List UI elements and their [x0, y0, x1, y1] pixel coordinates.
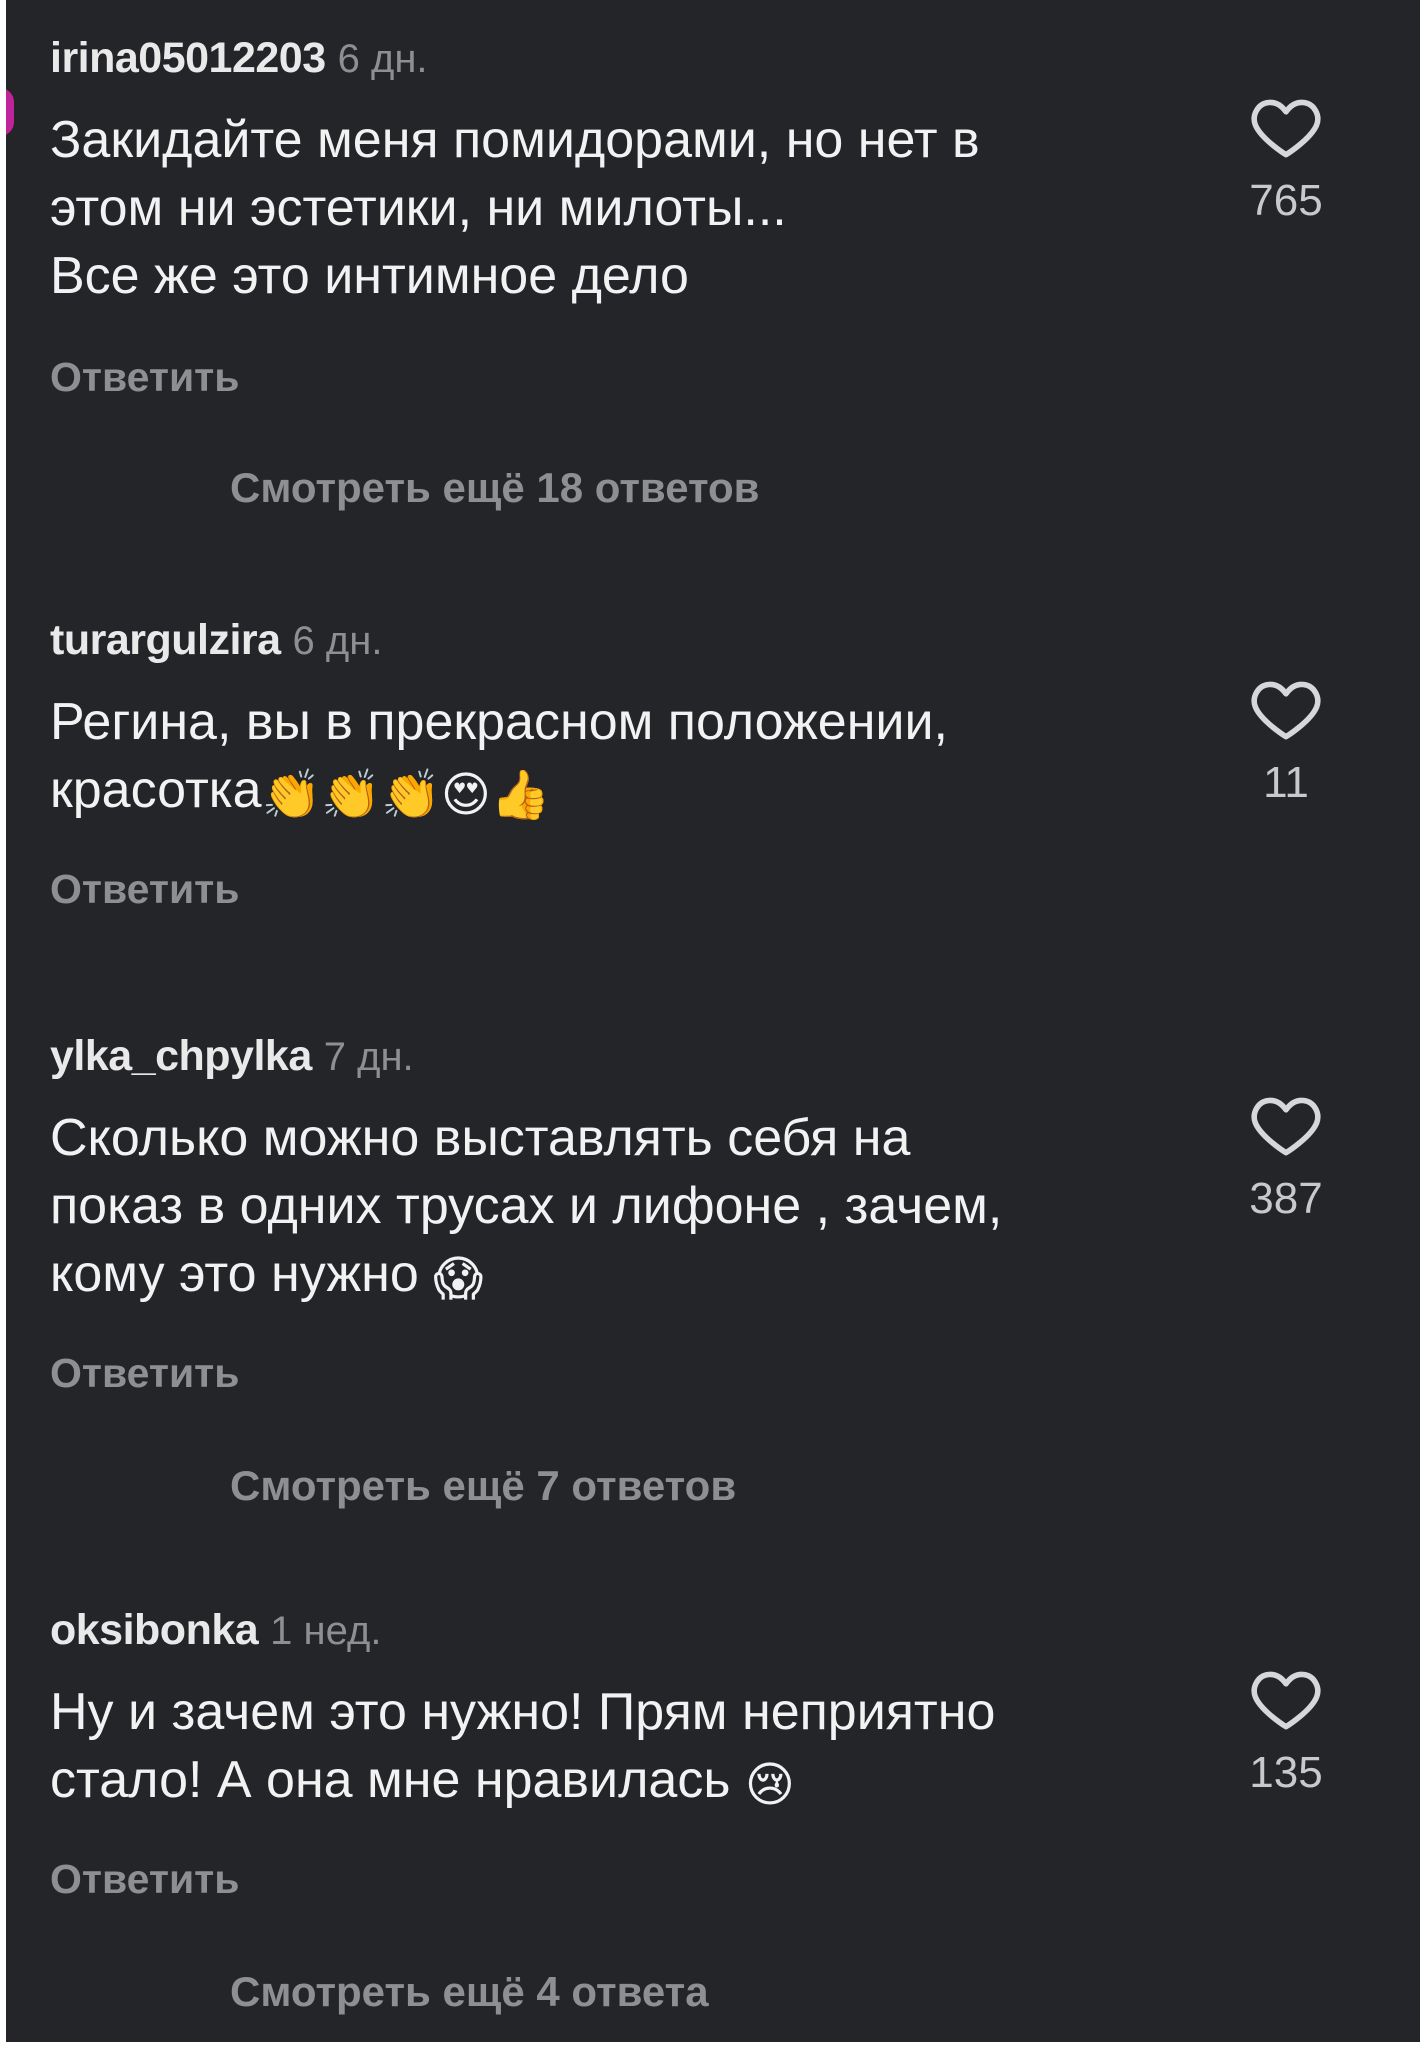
- like-count: 387: [1249, 1174, 1323, 1223]
- like-button[interactable]: 135: [1226, 1668, 1346, 1798]
- story-ring-indicator[interactable]: [6, 88, 14, 136]
- like-count: 765: [1249, 176, 1323, 225]
- view-more-replies[interactable]: Смотреть ещё 18 ответов: [230, 464, 760, 512]
- reply-button[interactable]: Ответить: [50, 866, 239, 913]
- comment-text-line: Ну и зачем это нужно! Прям неприятно: [50, 1683, 996, 1741]
- heart-outline-icon: [1226, 1668, 1346, 1730]
- view-more-replies[interactable]: Смотреть ещё 7 ответов: [230, 1462, 736, 1510]
- comment-time: 6 дн.: [292, 619, 383, 663]
- comment-text-line: стало! А она мне нравилась 😢: [50, 1746, 1200, 1819]
- emoji-crying-face: 😢: [744, 1757, 795, 1813]
- comment-text-line: кому это нужно 😱: [50, 1240, 1200, 1313]
- emoji-clap-heart-eyes-thumbs-up: 👏👏👏😍👍: [261, 767, 551, 823]
- comment-text: Регина, вы в прекрасном положении, красо…: [50, 688, 1200, 829]
- comment-text-line: Закидайте меня помидорами, но нет в: [50, 111, 980, 169]
- comment-text-line: Регина, вы в прекрасном положении,: [50, 693, 948, 751]
- heart-outline-icon: [1226, 96, 1346, 158]
- reply-button[interactable]: Ответить: [50, 354, 239, 401]
- reply-button[interactable]: Ответить: [50, 1350, 239, 1397]
- comment-text-segment: кому это нужно: [50, 1245, 419, 1303]
- comment-time: 1 нед.: [270, 1609, 382, 1653]
- like-button[interactable]: 387: [1226, 1094, 1346, 1224]
- comment-username[interactable]: oksibonka: [50, 1606, 259, 1654]
- like-button[interactable]: 765: [1226, 96, 1346, 226]
- like-count: 11: [1263, 758, 1309, 807]
- comment-text: Сколько можно выставлять себя на показ в…: [50, 1104, 1200, 1313]
- comment-meta: ylka_chpylka 7 дн.: [50, 1032, 414, 1088]
- comment-text-segment: красотка: [50, 761, 262, 819]
- comment-username[interactable]: irina05012203: [50, 34, 326, 82]
- comment-text-segment: стало! А она мне нравилась: [50, 1751, 731, 1809]
- heart-outline-icon: [1226, 678, 1346, 740]
- comment-username[interactable]: ylka_chpylka: [50, 1032, 312, 1080]
- like-count: 135: [1249, 1748, 1323, 1797]
- like-button[interactable]: 11: [1226, 678, 1346, 808]
- comment-username[interactable]: turargulzira: [50, 616, 281, 664]
- heart-outline-icon: [1226, 1094, 1346, 1156]
- reply-button[interactable]: Ответить: [50, 1856, 239, 1903]
- comment-text-line: этом ни эстетики, ни милоты...: [50, 179, 787, 237]
- view-more-replies[interactable]: Смотреть ещё 4 ответа: [230, 1968, 709, 2016]
- comment-text-line: Все же это интимное дело: [50, 247, 689, 305]
- comment-text: Ну и зачем это нужно! Прям неприятно ста…: [50, 1678, 1200, 1819]
- comment-text: Закидайте меня помидорами, но нет в этом…: [50, 106, 1200, 310]
- comment-text-line: красотка👏👏👏😍👍: [50, 756, 1200, 829]
- comment-text-line: показ в одних трусах и лифоне , зачем,: [50, 1177, 1003, 1235]
- comment-meta: oksibonka 1 нед.: [50, 1606, 381, 1662]
- comment-meta: turargulzira 6 дн.: [50, 616, 382, 672]
- comments-screen: irina05012203 6 дн. Закидайте меня помидо…: [6, 0, 1420, 2042]
- comment-time: 7 дн.: [323, 1035, 414, 1079]
- comment-time: 6 дн.: [337, 37, 428, 81]
- comment-meta: irina05012203 6 дн.: [50, 34, 428, 90]
- comment-text-line: Сколько можно выставлять себя на: [50, 1109, 911, 1167]
- emoji-scream: 😱: [433, 1251, 484, 1307]
